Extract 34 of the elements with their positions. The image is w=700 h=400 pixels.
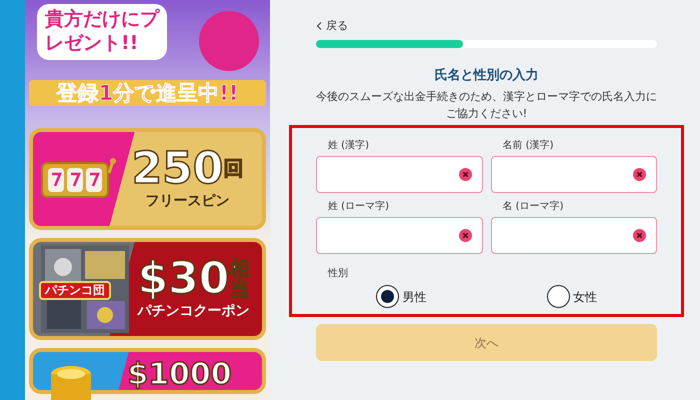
pachinko-logo: パチンコ団 [39,281,111,300]
text-field[interactable] [490,156,657,193]
form-description: 今後のスムーズな出金手続きのため、漢字とローマ字での氏名入力にご協力ください! [316,89,657,122]
field-label: 姓 (漢字) [327,138,370,153]
back-text: 戻る [326,18,348,34]
text-field[interactable] [316,156,482,193]
text-field[interactable] [316,217,482,254]
radio-icon [376,285,400,308]
error-icon [458,168,472,181]
promo-unit: 回 [223,158,244,179]
back-link[interactable]: 戻る [316,18,657,34]
promo-amount: 250 [132,146,224,190]
field-label: 名 (ローマ字) [502,200,564,214]
promo-amount: $1000 [127,360,232,390]
chevron-left-icon [316,22,322,30]
ribbon-text: 登録1分で進呈中!! [56,80,238,106]
error-icon [633,168,646,181]
mascot-figure [198,10,260,72]
promo-caption: フリースピン [146,192,230,210]
promo-headline: 貴方だけにプレゼント!! [45,8,159,56]
radio-icon [546,285,570,308]
gender-radio[interactable]: 男性 [376,285,426,308]
gender-radio[interactable]: 女性 [546,285,597,308]
slot-machine-icon [41,157,117,201]
field-label: 名前 (漢字) [502,138,554,153]
gender-label: 性別 [326,266,349,281]
field-label: 姓 (ローマ字) [327,200,390,214]
promo-amount: $30 [138,256,230,300]
error-icon [458,229,472,242]
error-icon [633,229,646,242]
promo-caption: パチンコクーポン [138,302,250,320]
text-field[interactable] [490,217,657,254]
form-title: 氏名と性別の入力 [434,66,540,84]
promo-unit: 相当 [229,258,250,300]
